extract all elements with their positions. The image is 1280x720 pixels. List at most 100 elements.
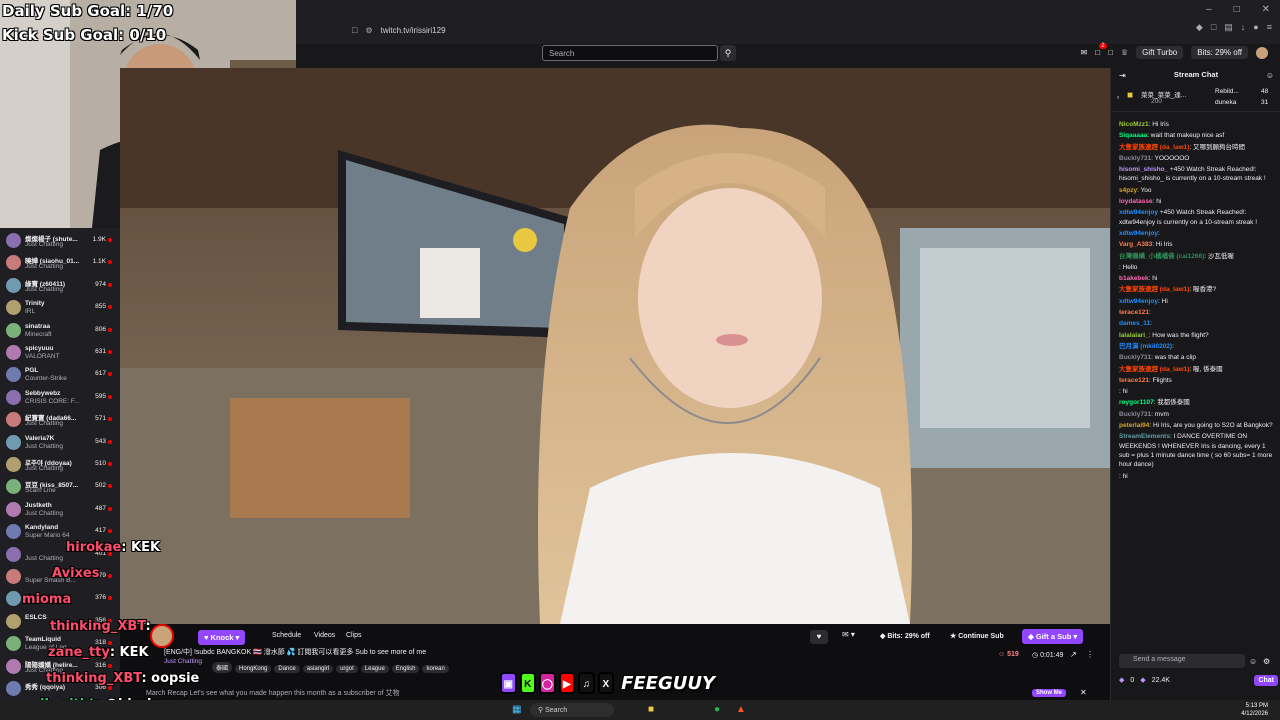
gift-sub-button[interactable]: ◆ Gift a Sub ▾ [1022, 629, 1084, 644]
chat-username[interactable]: 巴月演 (mkii0202) [1119, 343, 1172, 350]
sidebar-channel[interactable]: 紀寶寶 (dada66... Just Chatting 571 [0, 409, 120, 431]
chat-username[interactable]: Buckly731 [1119, 155, 1151, 162]
tab-icon[interactable]: □ [1211, 22, 1216, 33]
bookmark-icon[interactable]: □ [352, 25, 357, 35]
sidebar-channel[interactable]: 曉嬅 (siaohu_01... Just Chatting 1.1K [0, 252, 120, 274]
extension-icon[interactable]: ◆ [1196, 22, 1203, 33]
close-icon[interactable]: ✕ [1262, 4, 1270, 15]
inbox-icon[interactable]: ✉ [1081, 48, 1088, 57]
get-bits-button[interactable]: Bits: 29% off [1191, 46, 1248, 59]
download-icon[interactable]: ↓ [1241, 22, 1246, 33]
chat-username[interactable]: dames_11 [1119, 320, 1150, 327]
channel-category: Counter-Strike [25, 375, 67, 383]
emote-icon[interactable]: ☺ [1249, 657, 1257, 666]
stream-tag[interactable]: asiangirl [302, 665, 334, 673]
menu-icon[interactable]: ≡ [1267, 22, 1272, 33]
chat-username[interactable]: s4pzy [1119, 187, 1137, 194]
sidebar-icon[interactable]: ▤ [1224, 22, 1233, 33]
minimize-icon[interactable]: – [1206, 4, 1212, 15]
user-avatar[interactable] [1256, 46, 1268, 59]
share-icon[interactable]: ↗ [1070, 650, 1077, 659]
notifications-bell-button[interactable]: ✉ ▾ [842, 630, 855, 639]
chat-send-button[interactable]: Chat [1254, 675, 1278, 686]
chat-username[interactable]: loydatasse [1119, 198, 1153, 205]
site-info-icon[interactable]: ⚙ [365, 26, 372, 35]
continue-sub-button[interactable]: ★ Continue Sub [950, 632, 1004, 640]
sidebar-channel[interactable]: 燦燦楊子 (shute... Just Chatting 1.9K [0, 230, 120, 252]
gift-turbo-button[interactable]: Gift Turbo [1136, 46, 1184, 59]
sidebar-channel[interactable]: Valeria7K Just Chatting 543 [0, 432, 120, 454]
notifications-icon[interactable]: □ 2 [1095, 43, 1107, 57]
maximize-icon[interactable]: □ [1234, 4, 1240, 15]
sidebar-channel[interactable]: PGL Counter-Strike 617 [0, 364, 120, 386]
chat-username[interactable]: Varg_A383 [1119, 241, 1152, 248]
taskbar-search[interactable]: ⚲ Search [530, 703, 614, 717]
streamer-avatar[interactable] [150, 624, 174, 648]
video-player[interactable] [120, 68, 1110, 624]
knock-button[interactable]: ♥ Knock ▾ [198, 630, 246, 645]
start-icon[interactable]: ▦ [512, 704, 521, 715]
stream-tag[interactable]: 泰國 [212, 662, 233, 673]
bits-button[interactable]: ◆ Bits: 29% off [880, 632, 930, 640]
channel-avatar [6, 345, 21, 360]
chat-username[interactable]: NicoMzz1 [1119, 121, 1149, 128]
spotify-icon[interactable]: ● [714, 704, 720, 715]
leaderboard-prev-icon[interactable]: ‹ [1117, 94, 1119, 101]
chat-username[interactable]: terace121 [1119, 377, 1149, 384]
tab-videos[interactable]: Videos [314, 632, 335, 639]
stream-category[interactable]: Just Chatting [164, 658, 202, 665]
sidebar-channel[interactable]: 로주야 (ddoyaa) Just Chatting 510 [0, 454, 120, 476]
url-text[interactable]: twitch.tv/irissiri129 [381, 26, 446, 35]
chat-username[interactable]: xdtw94enjoy [1119, 298, 1158, 305]
chat-username[interactable]: terace121 [1119, 309, 1149, 316]
channel-viewers: 617 [95, 370, 106, 378]
stream-tag[interactable]: Dance [274, 665, 300, 673]
stream-tag[interactable]: HongKong [235, 665, 272, 673]
chat-username[interactable]: xdtw94enjoy [1119, 209, 1158, 216]
community-icon[interactable]: ☺ [1266, 71, 1274, 80]
chat-username[interactable]: StreamElements [1119, 433, 1170, 440]
chat-username[interactable]: Buckly731 [1119, 354, 1151, 361]
stream-tag[interactable]: English [391, 665, 420, 673]
chat-settings-icon[interactable]: ⚙ [1263, 657, 1270, 666]
crown-icon[interactable]: ♕ [1121, 48, 1128, 57]
stream-tag[interactable]: League [360, 665, 389, 673]
sidebar-channel[interactable]: sinatraa Minecraft 806 [0, 320, 120, 342]
whispers-icon[interactable]: □ [1108, 48, 1113, 57]
chat-username[interactable]: Buckly731 [1119, 411, 1151, 418]
browser-icon[interactable]: ▲ [736, 704, 746, 715]
chat-username[interactable]: hisomi_shisho_ [1119, 166, 1168, 173]
sidebar-channel[interactable]: 綠寶 (z60411) Just Chatting 974 [0, 275, 120, 297]
chat-username[interactable]: Siqaaaaa [1119, 132, 1147, 139]
tab-clips[interactable]: Clips [346, 632, 362, 639]
show-me-button[interactable]: Show Me [1032, 689, 1067, 697]
sidebar-channel[interactable]: 豆豆 (kiss_8507... Scam Line 502 [0, 476, 120, 498]
stream-tag[interactable]: urgot [336, 665, 358, 673]
profile-icon[interactable]: ● [1253, 22, 1258, 33]
chat-username[interactable]: peterlai94 [1119, 422, 1149, 429]
more-options-icon[interactable]: ⋮ [1086, 650, 1094, 659]
tab-schedule[interactable]: Schedule [272, 632, 301, 639]
channel-points-value[interactable]: 22.4K [1152, 677, 1170, 684]
sidebar-channel[interactable]: spicyuuu VALORANT 631 [0, 342, 120, 364]
file-explorer-icon[interactable]: ■ [648, 704, 654, 715]
sidebar-channel[interactable]: Justketh Just Chatting 487 [0, 499, 120, 521]
sidebar-channel[interactable]: Sebbywebz CRISIS CORE: F... 595 [0, 387, 120, 409]
chat-username[interactable]: lalalalari_ [1119, 332, 1149, 339]
chat-username[interactable]: 台灣機構_小橘橘佛 (cai1266) [1119, 253, 1204, 260]
chat-input[interactable]: Send a message [1119, 654, 1245, 668]
chat-username[interactable]: 大隻家族連趕 (da_law1) [1119, 286, 1189, 293]
address-bar[interactable]: □ ⚙ twitch.tv/irissiri129 [352, 20, 912, 40]
close-recap-icon[interactable]: ✕ [1080, 688, 1087, 697]
channel-points-icon[interactable]: ◆ [1119, 676, 1124, 684]
chat-username[interactable]: 大隻家族連趕 (da_law1) [1119, 366, 1189, 373]
stream-tag[interactable]: korean [422, 665, 449, 673]
sidebar-channel[interactable]: Trinity IRL 855 [0, 297, 120, 319]
chat-username[interactable]: roygor1107 [1119, 399, 1154, 406]
chat-username[interactable]: b1akebek [1119, 275, 1149, 282]
chat-username[interactable]: xdtw94enjoy [1119, 230, 1158, 237]
search-button[interactable]: ⚲ [720, 45, 736, 61]
follow-button[interactable]: ♥ [810, 630, 828, 644]
search-input[interactable]: Search [542, 45, 718, 61]
chat-username[interactable]: 大隻家族連趕 (da_law1) [1119, 144, 1189, 151]
